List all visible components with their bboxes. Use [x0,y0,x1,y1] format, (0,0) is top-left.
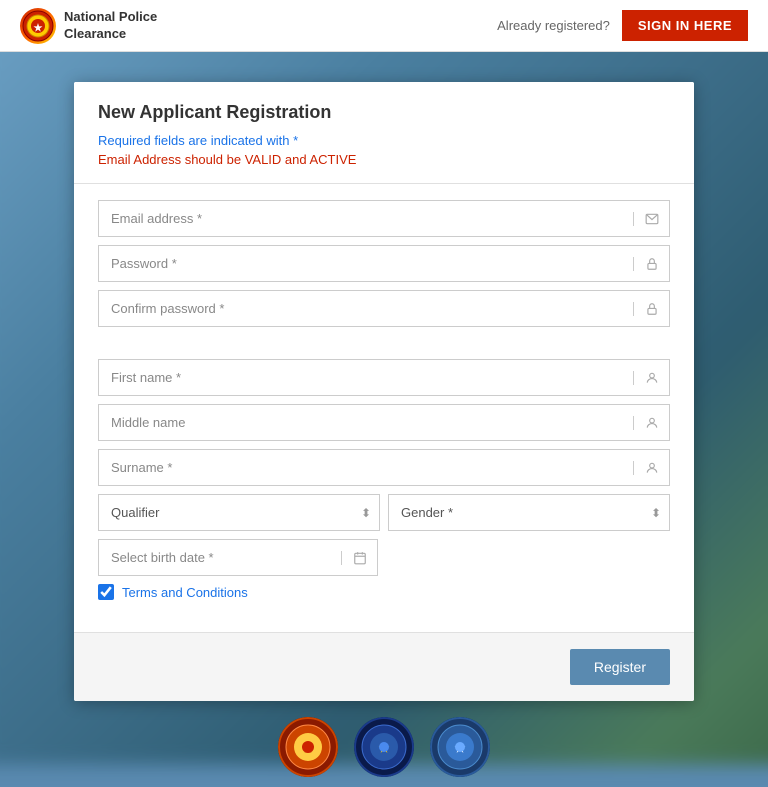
registration-form-card: New Applicant Registration Required fiel… [74,82,694,701]
confirm-password-input-wrapper [98,290,670,327]
terms-row: Terms and Conditions [98,584,670,600]
account-fields-group [98,200,670,327]
first-name-input[interactable] [99,360,633,395]
logo-icon: ★ [20,8,56,44]
header-right: Already registered? SIGN IN HERE [497,10,748,41]
middle-name-input-wrapper [98,404,670,441]
header: ★ National Police Clearance Already regi… [0,0,768,52]
gender-select[interactable]: Gender * Male Female [389,495,669,530]
register-button[interactable]: Register [570,649,670,685]
surname-input[interactable] [99,450,633,485]
terms-checkbox[interactable] [98,584,114,600]
sign-in-button[interactable]: SIGN IN HERE [622,10,748,41]
qualifier-select[interactable]: Qualifier Jr. Sr. II III IV [99,495,379,530]
logo-text: National Police Clearance [64,9,157,43]
birth-date-input-wrapper [98,539,378,576]
logo: ★ National Police Clearance [20,8,157,44]
first-name-input-wrapper [98,359,670,396]
form-title: New Applicant Registration [98,102,670,123]
surname-icon [633,461,669,475]
already-registered-text: Already registered? [497,18,610,33]
form-header: New Applicant Registration Required fiel… [74,82,694,184]
badge-logo-1: ★ [278,717,338,777]
confirm-password-input[interactable] [99,291,633,326]
confirm-password-icon [633,302,669,316]
middle-name-icon [633,416,669,430]
main-content: New Applicant Registration Required fiel… [0,52,768,787]
qualifier-gender-row: Qualifier Jr. Sr. II III IV ⬍ Gender * M… [98,494,670,531]
qualifier-select-wrapper: Qualifier Jr. Sr. II III IV ⬍ [98,494,380,531]
password-input-wrapper [98,245,670,282]
badge-logo-2: ★ [354,717,414,777]
required-note: Required fields are indicated with * [98,133,670,148]
form-body: Qualifier Jr. Sr. II III IV ⬍ Gender * M… [74,184,694,632]
email-icon [633,212,669,226]
form-footer: Register [74,632,694,701]
bottom-logos: ★ ★ ★ [278,717,490,777]
password-input[interactable] [99,246,633,281]
surname-input-wrapper [98,449,670,486]
terms-link[interactable]: Terms and Conditions [122,585,248,600]
first-name-icon [633,371,669,385]
name-fields-group: Qualifier Jr. Sr. II III IV ⬍ Gender * M… [98,359,670,600]
gender-select-wrapper: Gender * Male Female ⬍ [388,494,670,531]
email-input[interactable] [99,201,633,236]
badge-logo-3: ★ [430,717,490,777]
password-icon [633,257,669,271]
email-input-wrapper [98,200,670,237]
calendar-icon[interactable] [341,551,377,565]
birth-date-input[interactable] [99,540,341,575]
svg-text:★: ★ [34,23,43,34]
middle-name-input[interactable] [99,405,633,440]
email-note: Email Address should be VALID and ACTIVE [98,152,670,167]
